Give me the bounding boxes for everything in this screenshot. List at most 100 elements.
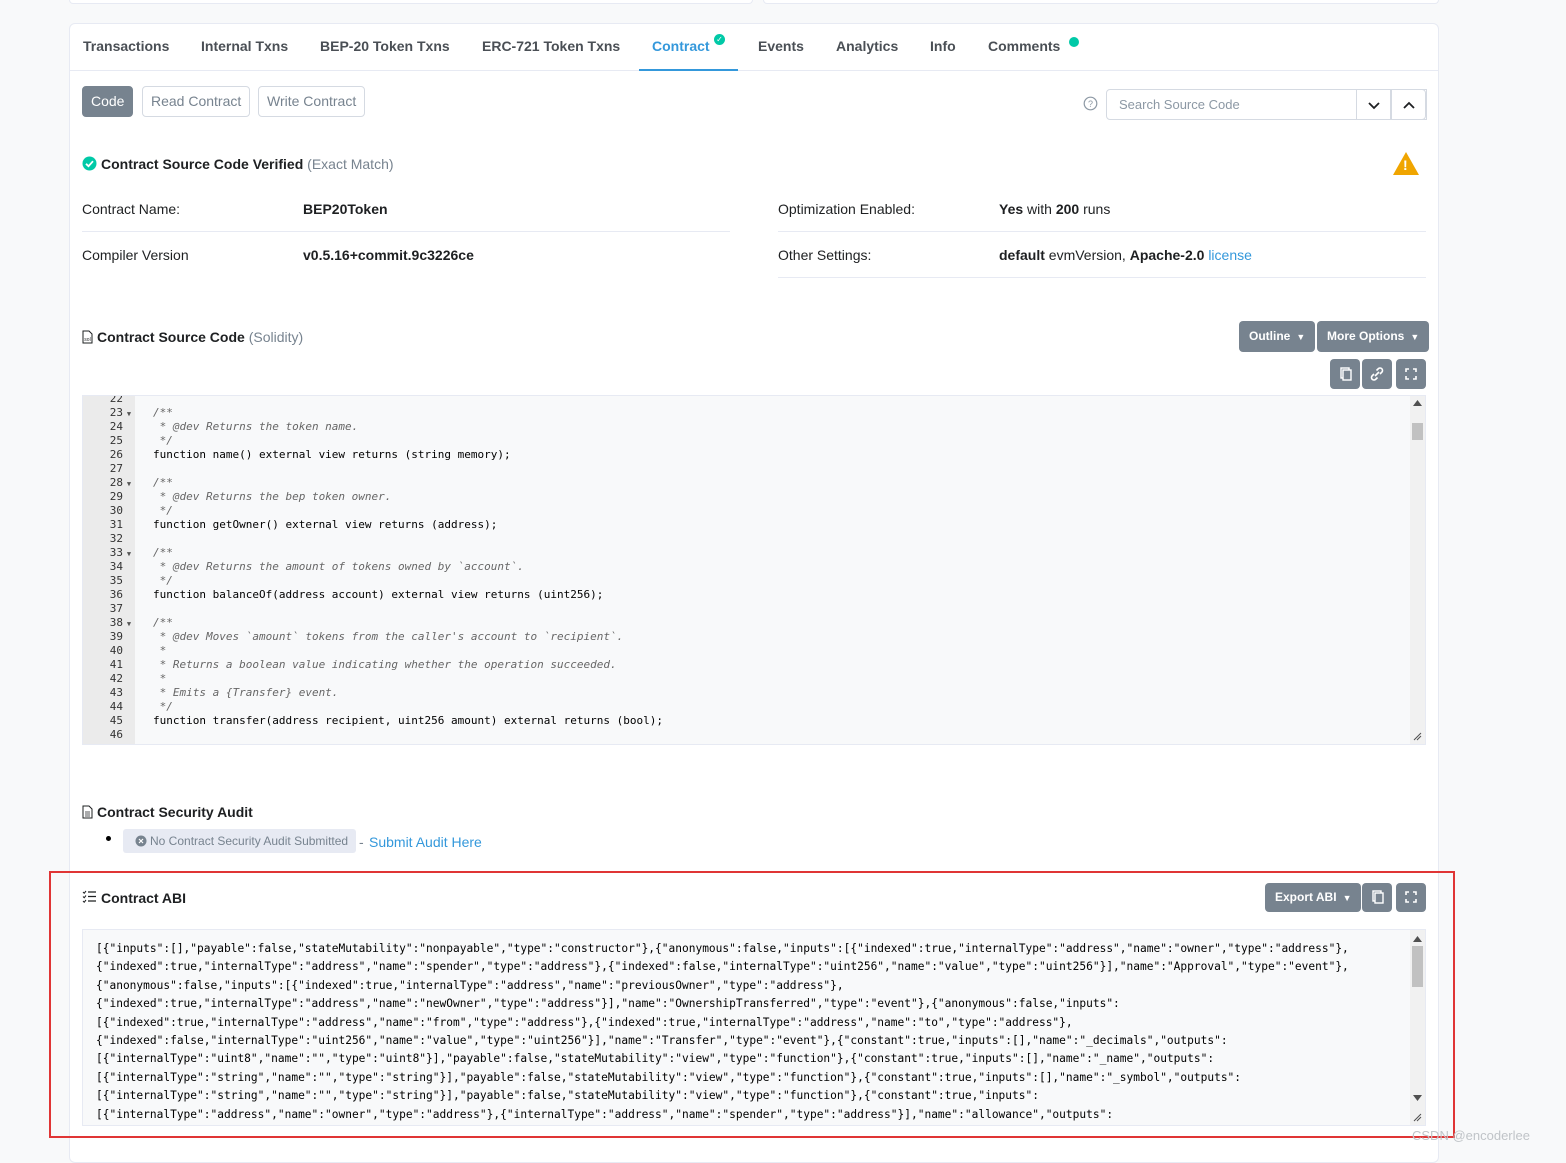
line-number: 30 — [109, 504, 123, 517]
line-text: */ — [153, 504, 173, 517]
code-line: 32 — [83, 532, 663, 546]
line-number: 33 — [109, 546, 123, 559]
warning-icon[interactable]: ! — [1393, 152, 1419, 175]
help-icon[interactable]: ? — [1083, 96, 1098, 111]
line-text: * @dev Returns the amount of tokens owne… — [153, 560, 524, 573]
write-contract-button[interactable]: Write Contract — [258, 86, 366, 117]
code-line: 29 * @dev Returns the bep token owner. — [83, 490, 663, 504]
code-lines: 22 23 ▼/** 24 * @dev Returns the token name… — [83, 395, 663, 744]
line-number: 28 — [109, 476, 123, 489]
copy-source-button[interactable] — [1330, 359, 1360, 389]
bullet — [106, 836, 111, 841]
code-line: 41 * Returns a boolean value indicating … — [83, 658, 663, 672]
line-number: 42 — [109, 672, 123, 685]
tab-contract-label: Contract — [652, 38, 710, 54]
line-number: 43 — [109, 686, 123, 699]
document-icon — [82, 805, 93, 819]
evm-version: evmVersion, — [1048, 247, 1126, 263]
tab-events[interactable]: Events — [758, 24, 804, 71]
scroll-up-icon[interactable] — [1413, 400, 1422, 406]
tab-transactions[interactable]: Transactions — [83, 24, 169, 71]
scroll-thumb[interactable] — [1412, 423, 1423, 440]
code-button[interactable]: Code — [82, 86, 134, 117]
outline-button[interactable]: Outline ▼ — [1239, 321, 1316, 352]
audit-separator: - — [359, 834, 364, 850]
outline-label: Outline — [1249, 329, 1291, 343]
code-line: 45 function transfer(address recipient, u… — [83, 714, 663, 728]
fold-arrow-icon[interactable]: ▼ — [123, 477, 135, 491]
line-text: * @dev Returns the token name. — [153, 420, 359, 433]
verified-title: Contract Source Code Verified (Exact Mat… — [101, 156, 394, 172]
line-number: 45 — [109, 714, 123, 727]
read-contract-button[interactable]: Read Contract — [142, 86, 251, 117]
source-code-editor[interactable]: 22 23 ▼/** 24 * @dev Returns the token name… — [82, 395, 1426, 745]
code-line: 40 * — [83, 644, 663, 658]
expand-icon — [1405, 368, 1417, 380]
fullscreen-source-button[interactable] — [1396, 359, 1426, 389]
exact-match-note: (Exact Match) — [307, 156, 394, 172]
code-line: 24 * @dev Returns the token name. — [83, 420, 663, 434]
tab-erc721-token-txns[interactable]: ERC-721 Token Txns — [482, 24, 620, 71]
line-text: * — [153, 672, 167, 685]
line-number: 40 — [109, 644, 123, 657]
line-text: /** — [135, 742, 173, 744]
line-text: /** — [153, 406, 173, 419]
optimization-runs-word: runs — [1083, 201, 1111, 217]
chevron-down-icon: ▼ — [1296, 332, 1306, 342]
line-text: function transfer(address recipient, uin… — [153, 714, 663, 727]
source-code-title: Contract Source Code (Solidity) — [97, 329, 303, 345]
line-number: 32 — [109, 532, 123, 545]
code-line: 23 ▼ /** — [83, 406, 663, 420]
line-text: * Emits a {Transfer} event. — [153, 686, 339, 699]
line-text: /** — [153, 546, 173, 559]
code-line: 47 /** — [83, 742, 663, 744]
tab-info[interactable]: Info — [930, 24, 956, 71]
chevron-down-icon — [1368, 102, 1380, 110]
link-source-button[interactable] — [1362, 359, 1392, 389]
svg-text:sol: sol — [84, 337, 90, 343]
contract-name-value: BEP20Token — [303, 201, 388, 217]
code-line: 27 — [83, 462, 663, 476]
line-number: 25 — [109, 434, 123, 447]
search-next-button[interactable] — [1356, 89, 1391, 120]
fold-arrow-icon[interactable]: ▼ — [123, 617, 135, 631]
line-text: * Returns a boolean value indicating whe… — [153, 658, 617, 671]
line-number: 35 — [109, 574, 123, 587]
code-line: 35 */ — [83, 574, 663, 588]
line-number: 22 — [109, 395, 123, 405]
tab-comments[interactable]: Comments — [988, 24, 1088, 71]
source-scrollbar[interactable] — [1410, 396, 1425, 744]
resize-handle-icon[interactable] — [1413, 732, 1422, 741]
divider — [778, 231, 1426, 232]
link-icon — [1370, 367, 1384, 381]
code-line: 28 ▼ /** — [83, 476, 663, 490]
tab-internal-txns[interactable]: Internal Txns — [201, 24, 288, 71]
more-options-button[interactable]: More Options ▼ — [1317, 321, 1430, 352]
source-code-label: Contract Source Code — [97, 329, 245, 345]
fold-arrow-icon[interactable]: ▼ — [123, 547, 135, 561]
evm-default: default — [999, 247, 1045, 263]
line-number: 29 — [109, 490, 123, 503]
fold-arrow-icon[interactable]: ▼ — [123, 407, 135, 421]
line-number: 24 — [109, 420, 123, 433]
line-text: function balanceOf(address account) exte… — [153, 588, 604, 601]
code-line: 30 */ — [83, 504, 663, 518]
compiler-version-value: v0.5.16+commit.9c3226ce — [303, 247, 474, 263]
times-circle-icon — [135, 835, 147, 847]
tab-contract[interactable]: Contract ✓ — [639, 24, 738, 71]
search-prev-button[interactable] — [1391, 89, 1426, 120]
tab-analytics[interactable]: Analytics — [836, 24, 898, 71]
tab-bep20-token-txns[interactable]: BEP-20 Token Txns — [320, 24, 450, 71]
submit-audit-link[interactable]: Submit Audit Here — [369, 834, 482, 850]
other-settings-value: default evmVersion, Apache-2.0 license — [999, 247, 1252, 263]
no-audit-text: No Contract Security Audit Submitted — [150, 834, 349, 848]
line-text: /** — [153, 476, 173, 489]
line-text: function getOwner() external view return… — [153, 518, 498, 531]
line-number: 34 — [109, 560, 123, 573]
line-number: 41 — [109, 658, 123, 671]
other-settings-label: Other Settings: — [778, 247, 872, 263]
more-options-label: More Options — [1327, 329, 1405, 343]
line-number: 44 — [109, 700, 123, 713]
line-text: */ — [153, 434, 173, 447]
license-link[interactable]: license — [1208, 247, 1252, 263]
